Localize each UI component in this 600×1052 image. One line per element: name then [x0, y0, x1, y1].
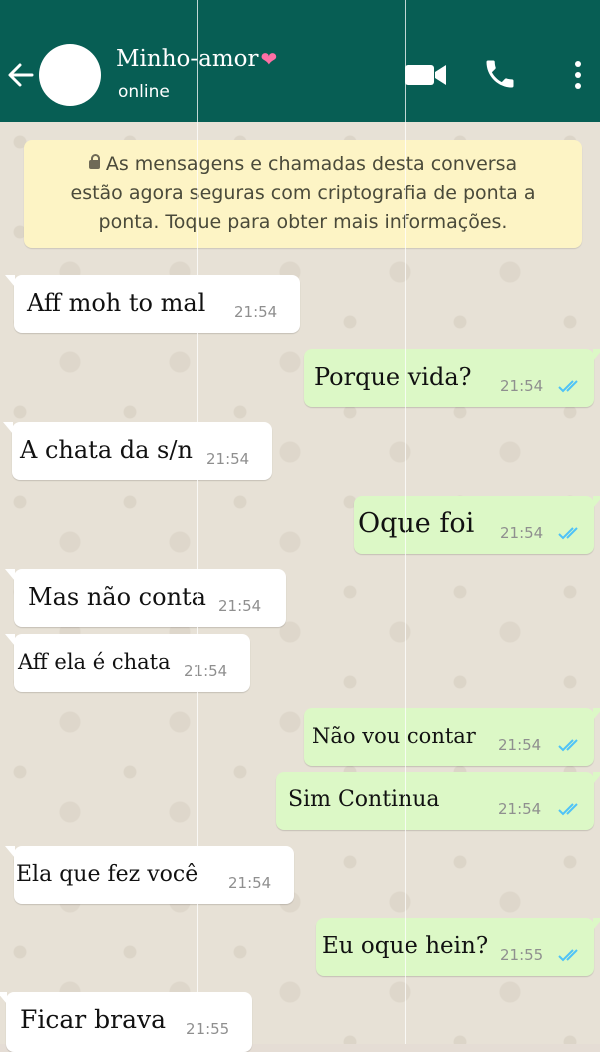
message-text: Ficar brava	[20, 1005, 167, 1034]
message-time: 21:54	[498, 800, 542, 818]
outgoing-message[interactable]: Porque vida? 21:54	[304, 349, 600, 407]
encryption-notice-line: ponta. Toque para obter mais informações…	[98, 211, 508, 233]
incoming-message[interactable]: A chata da s/n 21:54	[3, 422, 272, 480]
heart-emoji-icon: ❤	[260, 47, 278, 71]
encryption-notice-line: estão agora seguras com criptografia de …	[70, 182, 536, 204]
double-check-icon	[558, 380, 578, 393]
outgoing-message[interactable]: Eu oque hein? 21:55	[316, 918, 600, 976]
message-time: 21:54	[234, 303, 278, 321]
outgoing-message[interactable]: Sim Continua 21:54	[276, 772, 600, 830]
contact-status: online	[118, 82, 170, 102]
incoming-message[interactable]: Aff ela é chata 21:54	[5, 634, 250, 692]
message-time: 21:55	[186, 1020, 230, 1038]
encryption-notice-line: As mensagens e chamadas desta conversa	[105, 153, 518, 175]
double-check-icon	[558, 527, 578, 540]
outgoing-message[interactable]: Não vou contar 21:54	[304, 708, 600, 766]
double-check-icon	[558, 949, 578, 962]
message-time: 21:55	[500, 946, 544, 964]
chat-header: Minho-amor ❤ online	[0, 0, 600, 122]
encryption-notice[interactable]: As mensagens e chamadas desta conversa e…	[24, 140, 582, 248]
message-text: Oque foi	[358, 508, 475, 539]
message-text: Aff ela é chata	[18, 650, 171, 674]
phone-icon[interactable]	[482, 56, 518, 92]
incoming-message[interactable]: Aff moh to mal 21:54	[5, 275, 300, 333]
message-text: Não vou contar	[312, 724, 476, 748]
avatar[interactable]	[39, 44, 101, 106]
message-time: 21:54	[500, 377, 544, 395]
overlay-line	[405, 0, 406, 1044]
incoming-message[interactable]: Ficar brava 21:55	[0, 992, 252, 1052]
message-time: 21:54	[228, 874, 272, 892]
message-time: 21:54	[218, 597, 262, 615]
message-time: 21:54	[500, 524, 544, 542]
more-vertical-icon[interactable]	[568, 58, 588, 92]
message-text: Mas não conta	[28, 583, 206, 611]
message-text: A chata da s/n	[20, 436, 193, 464]
incoming-message[interactable]: Ela que fez você 21:54	[5, 846, 294, 904]
overlay-line	[197, 0, 198, 1044]
message-time: 21:54	[498, 736, 542, 754]
double-check-icon	[558, 803, 578, 816]
message-time: 21:54	[184, 662, 228, 680]
double-check-icon	[558, 739, 578, 752]
arrow-back-icon[interactable]	[6, 58, 36, 92]
message-text: Porque vida?	[314, 363, 472, 391]
contact-name-text: Minho-amor	[116, 46, 259, 72]
message-text: Ela que fez você	[16, 862, 199, 887]
outgoing-message[interactable]: Oque foi 21:54	[354, 496, 600, 554]
video-call-icon[interactable]	[404, 60, 448, 90]
lock-icon	[88, 154, 100, 169]
incoming-message[interactable]: Mas não conta 21:54	[5, 569, 286, 627]
message-text: Sim Continua	[288, 787, 440, 812]
message-time: 21:54	[206, 450, 250, 468]
message-text: Aff moh to mal	[27, 289, 206, 317]
